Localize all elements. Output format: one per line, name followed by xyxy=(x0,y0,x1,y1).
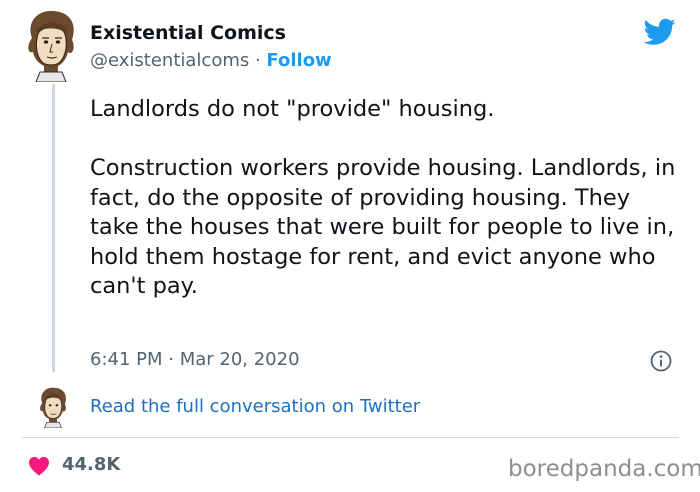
read-conversation-link[interactable]: Read the full conversation on Twitter xyxy=(90,396,420,417)
like-count[interactable]: 44.8K xyxy=(62,454,120,475)
divider xyxy=(22,437,679,438)
author-name[interactable]: Existential Comics xyxy=(90,22,286,44)
source-watermark: boredpanda.com xyxy=(508,456,700,482)
handle-separator: · xyxy=(249,50,267,71)
heart-icon[interactable] xyxy=(28,456,50,476)
follow-button[interactable]: Follow xyxy=(266,50,331,71)
author-handle-row: @existentialcoms · Follow xyxy=(90,50,332,71)
thread-connector-line xyxy=(52,84,55,372)
author-avatar-small[interactable] xyxy=(36,386,70,428)
info-icon[interactable] xyxy=(650,350,672,372)
tweet-text: Landlords do not "provide" housing. Cons… xyxy=(90,96,676,299)
twitter-bird-icon[interactable] xyxy=(644,18,676,46)
author-avatar[interactable] xyxy=(22,8,80,82)
tweet-timestamp[interactable]: 6:41 PM · Mar 20, 2020 xyxy=(90,349,300,370)
author-handle[interactable]: @existentialcoms xyxy=(90,50,249,71)
